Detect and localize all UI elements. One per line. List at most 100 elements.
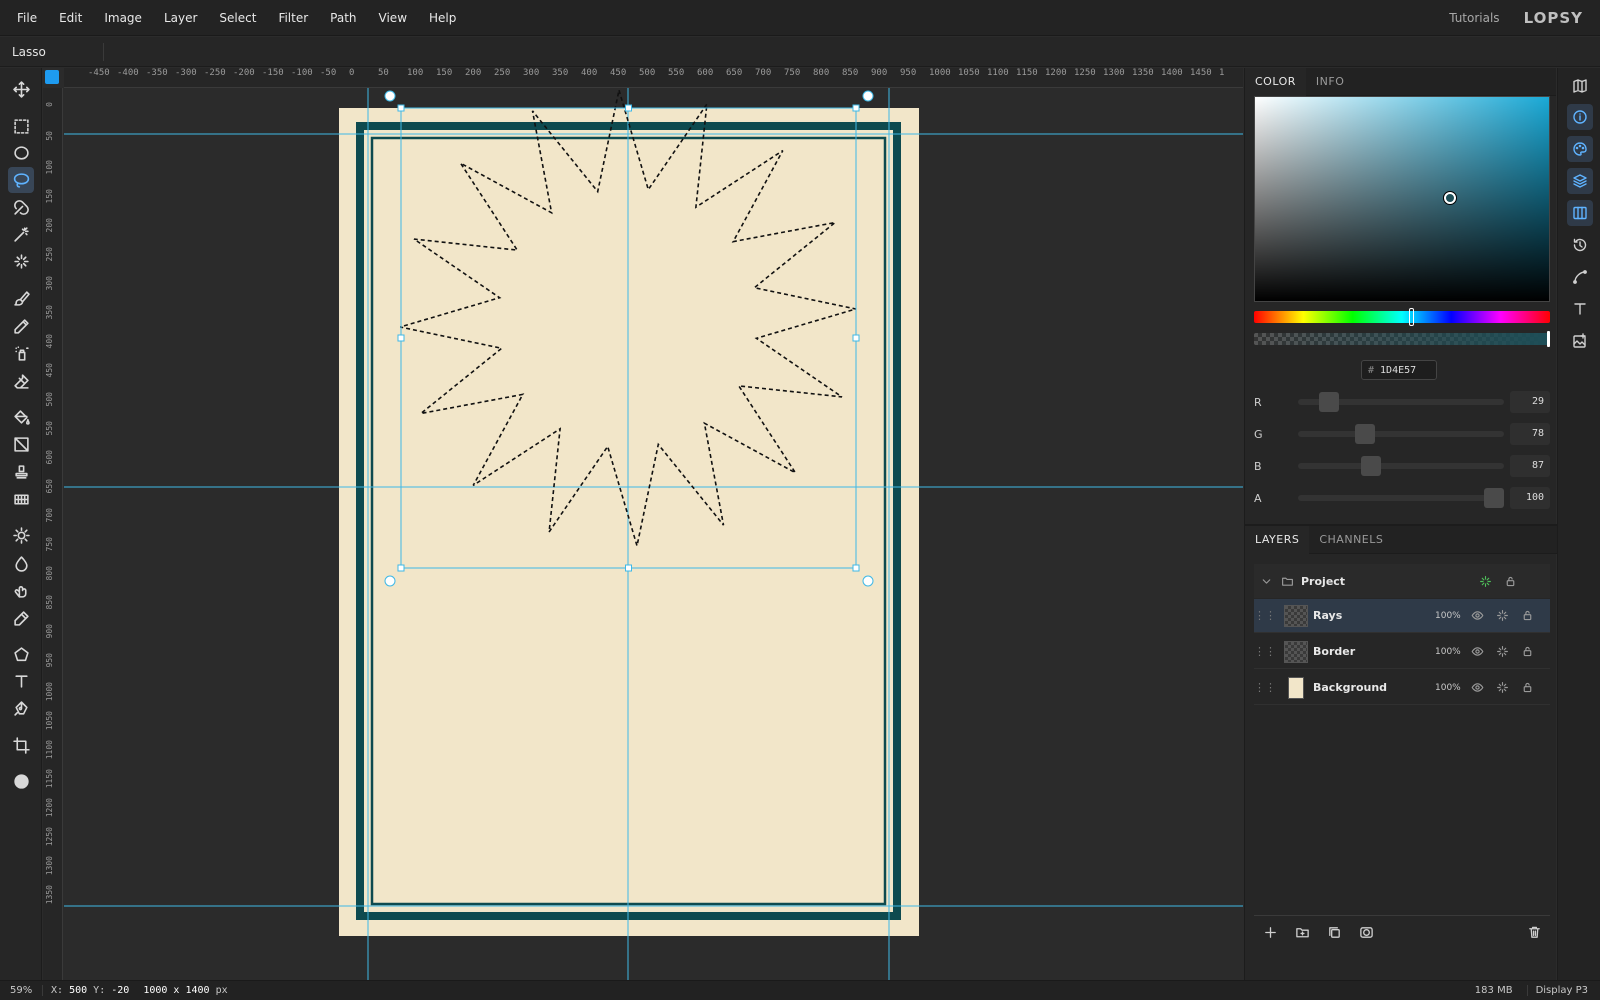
channel-slider-thumb[interactable]	[1319, 392, 1340, 412]
menu-help[interactable]: Help	[429, 11, 456, 25]
menu-path[interactable]: Path	[330, 11, 356, 25]
channel-slider[interactable]	[1298, 488, 1504, 508]
duplicate-layer-icon[interactable]	[1318, 925, 1350, 940]
delete-layer-icon[interactable]	[1518, 925, 1550, 940]
tab-layers[interactable]: LAYERS	[1245, 525, 1310, 554]
paths-panel-button[interactable]	[1567, 264, 1593, 290]
rotate-handle[interactable]	[862, 575, 874, 587]
lock-icon[interactable]	[1515, 609, 1540, 622]
tab-color[interactable]: COLOR	[1245, 67, 1306, 96]
transform-handle[interactable]	[852, 104, 860, 112]
drag-handle-icon[interactable]: ⋮⋮	[1254, 681, 1276, 694]
tool-quick-select[interactable]	[8, 248, 34, 274]
channel-slider-thumb[interactable]	[1484, 488, 1504, 508]
transform-handle[interactable]	[625, 564, 632, 572]
saturation-value-picker[interactable]	[1254, 96, 1550, 302]
tool-magic-wand[interactable]	[8, 221, 34, 247]
hue-slider-handle[interactable]	[1408, 308, 1414, 326]
eye-icon[interactable]	[1465, 609, 1490, 622]
layer-name[interactable]: Background	[1313, 681, 1435, 694]
tool-brush[interactable]	[8, 285, 34, 311]
history-panel-button[interactable]	[1567, 232, 1593, 258]
layer-row-rays[interactable]: ⋮⋮ Rays 100%	[1254, 599, 1550, 633]
lock-icon[interactable]	[1515, 645, 1540, 658]
transform-handle[interactable]	[397, 564, 405, 572]
effects-icon[interactable]	[1490, 609, 1515, 622]
tutorials-link[interactable]: Tutorials	[1449, 11, 1499, 25]
add-layer-icon[interactable]	[1254, 925, 1286, 940]
channel-value-input[interactable]: 100	[1510, 487, 1550, 509]
tool-eyedropper[interactable]	[8, 605, 34, 631]
channel-slider[interactable]	[1298, 424, 1504, 444]
navigator-button[interactable]	[1567, 73, 1593, 99]
tool-ellipse-select[interactable]	[8, 140, 34, 166]
layer-group-project[interactable]: Project	[1254, 564, 1550, 598]
effects-icon[interactable]	[1490, 645, 1515, 658]
menu-image[interactable]: Image	[104, 11, 142, 25]
lock-icon[interactable]	[1515, 681, 1540, 694]
tool-dodge[interactable]	[8, 522, 34, 548]
tool-magnetic-lasso[interactable]	[8, 194, 34, 220]
color-panel-button[interactable]	[1567, 136, 1593, 162]
tool-text[interactable]	[8, 668, 34, 694]
drag-handle-icon[interactable]: ⋮⋮	[1254, 645, 1276, 658]
tool-move[interactable]	[8, 76, 34, 102]
tool-rect-select[interactable]	[8, 113, 34, 139]
channel-slider[interactable]	[1298, 456, 1504, 476]
menu-filter[interactable]: Filter	[278, 11, 308, 25]
effects-icon[interactable]	[1473, 575, 1498, 588]
rotate-handle[interactable]	[862, 90, 874, 102]
hue-slider[interactable]	[1254, 311, 1550, 323]
tool-shape[interactable]	[8, 641, 34, 667]
image-panel-button[interactable]	[1567, 328, 1593, 354]
tool-stamp[interactable]	[8, 459, 34, 485]
channel-value-input[interactable]: 29	[1510, 391, 1550, 413]
lock-icon[interactable]	[1498, 575, 1523, 588]
transform-handle[interactable]	[397, 104, 405, 112]
eye-icon[interactable]	[1465, 681, 1490, 694]
channels-panel-button[interactable]	[1567, 200, 1593, 226]
menu-edit[interactable]: Edit	[59, 11, 82, 25]
rotate-handle[interactable]	[384, 575, 396, 587]
layer-opacity[interactable]: 100%	[1435, 647, 1465, 657]
menu-file[interactable]: File	[17, 11, 37, 25]
tool-paint-bucket[interactable]	[8, 404, 34, 430]
menu-layer[interactable]: Layer	[164, 11, 197, 25]
channel-value-input[interactable]: 78	[1510, 423, 1550, 445]
tool-blur[interactable]	[8, 550, 34, 576]
zoom-level[interactable]: 59%	[0, 985, 43, 996]
layer-name[interactable]: Border	[1313, 645, 1435, 658]
menu-select[interactable]: Select	[219, 11, 256, 25]
menu-view[interactable]: View	[379, 11, 407, 25]
layer-opacity[interactable]: 100%	[1435, 683, 1465, 693]
eye-icon[interactable]	[1465, 645, 1490, 658]
chevron-down-icon[interactable]	[1254, 575, 1279, 588]
layer-row-border[interactable]: ⋮⋮ Border 100%	[1254, 635, 1550, 669]
channel-value-input[interactable]: 87	[1510, 455, 1550, 477]
transform-handle[interactable]	[852, 334, 860, 342]
tool-crop[interactable]	[8, 732, 34, 758]
alpha-slider[interactable]	[1254, 333, 1550, 345]
tool-pencil[interactable]	[8, 313, 34, 339]
tool-smudge[interactable]	[8, 577, 34, 603]
rotate-handle[interactable]	[384, 90, 396, 102]
tool-gradient[interactable]	[8, 431, 34, 457]
canvas-area[interactable]: -450 -400 -350 -300 -250 -200 -150 -100 -50 0 50 10…	[43, 68, 1243, 980]
info-panel-button[interactable]	[1567, 104, 1593, 130]
channel-slider-thumb[interactable]	[1354, 424, 1375, 444]
channel-slider[interactable]	[1298, 392, 1504, 412]
transform-handle[interactable]	[852, 564, 860, 572]
tab-channels[interactable]: CHANNELS	[1309, 526, 1393, 554]
layers-panel-button[interactable]	[1567, 168, 1593, 194]
tool-spray[interactable]	[8, 340, 34, 366]
tool-color-swap[interactable]	[8, 768, 34, 794]
transform-handle[interactable]	[397, 334, 405, 342]
channel-slider-thumb[interactable]	[1361, 456, 1382, 476]
new-group-icon[interactable]	[1286, 925, 1318, 940]
layer-name[interactable]: Rays	[1313, 609, 1435, 622]
mask-icon[interactable]	[1350, 925, 1382, 940]
tool-eraser[interactable]	[8, 368, 34, 394]
document-canvas[interactable]	[43, 68, 1243, 980]
tab-info[interactable]: INFO	[1306, 68, 1354, 96]
hex-input[interactable]: #1D4E57	[1361, 360, 1437, 380]
